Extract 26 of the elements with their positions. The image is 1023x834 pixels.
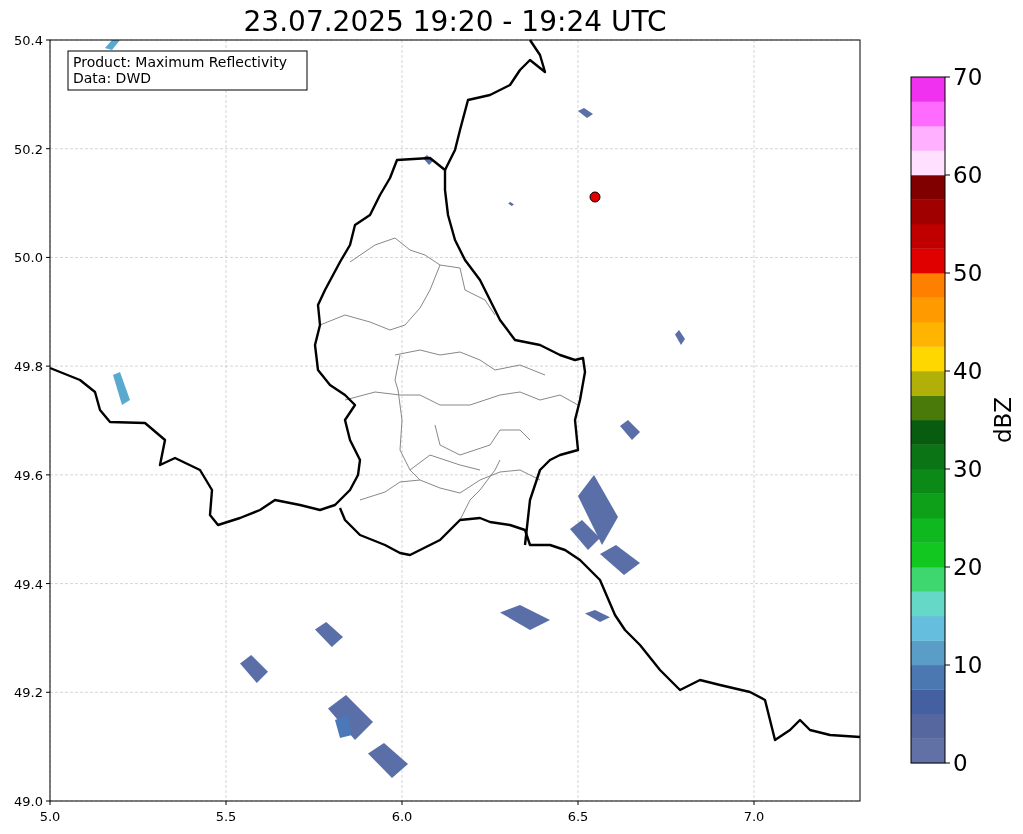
y-axis-tick-label: 49.0: [14, 794, 43, 809]
x-axis-tick-label: 7.0: [743, 809, 765, 824]
x-axis-tick-label: 6.0: [391, 809, 413, 824]
x-axis-tick-label: 5.5: [215, 809, 237, 824]
colorbar-tick-label: 70: [953, 64, 983, 90]
colorbar-tick-label: 60: [953, 162, 983, 188]
y-axis-tick-label: 49.2: [14, 685, 43, 701]
y-axis-tick-label: 49.6: [14, 467, 43, 483]
colorbar-tick-label: 20: [953, 554, 983, 580]
x-axis-tick-label: 5.0: [39, 809, 61, 824]
colorbar-tick-label: 0: [953, 750, 968, 776]
colorbar-tick-label: 10: [953, 652, 983, 678]
y-axis-tick-label: 50.0: [14, 250, 43, 266]
legend-text: Product: Maximum Reflectivity: [73, 54, 287, 70]
y-axis-tick-label: 50.4: [14, 33, 43, 48]
y-axis-tick-label: 49.4: [14, 576, 43, 592]
y-axis-tick-label: 49.8: [14, 359, 43, 375]
colorbar-tick-label: 30: [953, 456, 983, 482]
x-axis-tick-label: 6.5: [567, 809, 589, 824]
colorbar-tick-label: 40: [953, 358, 983, 384]
colorbar-tick-label: 50: [953, 260, 983, 286]
y-axis-tick-label: 50.2: [14, 141, 43, 157]
colorbar-label: dBZ: [990, 396, 1016, 444]
location-marker-icon: [589, 191, 601, 203]
legend-text: Data: DWD: [73, 70, 151, 86]
chart-title: 23.07.2025 19:20 - 19:24 UTC: [243, 5, 667, 38]
